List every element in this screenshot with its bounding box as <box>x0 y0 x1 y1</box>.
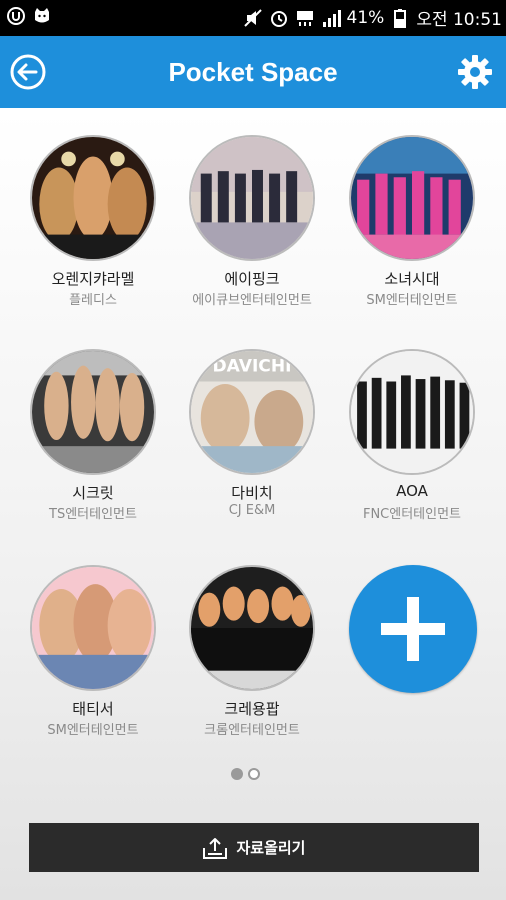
photo-caption: DAVICHI <box>213 357 292 377</box>
cat-icon <box>35 8 49 23</box>
gear-icon[interactable] <box>456 53 494 91</box>
add-group-button[interactable] <box>349 565 477 693</box>
upload-button[interactable]: 자료올리기 <box>29 823 479 872</box>
group-agency: CJ E&M <box>228 503 276 518</box>
group-agency: FNC엔터테인먼트 <box>362 507 462 522</box>
page-indicator <box>231 768 260 780</box>
group-photo[interactable] <box>349 349 475 475</box>
group-name: 시크릿 <box>72 484 114 502</box>
status-left-icons <box>6 6 52 26</box>
group-item-apink[interactable]: 에이핑크 에이큐브엔터테인먼트 <box>174 108 334 308</box>
group-photo[interactable] <box>349 135 475 261</box>
group-photo[interactable] <box>30 135 156 261</box>
battery-icon <box>394 8 407 28</box>
signal-icon <box>322 9 341 27</box>
group-name: 소녀시대 <box>384 270 440 288</box>
group-name: 다비치 <box>231 484 273 502</box>
battery-percent: 41% <box>346 7 385 28</box>
page-title: Pocket Space <box>168 57 338 87</box>
group-agency: TS엔터테인먼트 <box>49 507 137 522</box>
group-agency: 에이큐브엔터테인먼트 <box>192 293 312 308</box>
alarm-icon <box>270 10 287 27</box>
group-agency: 플레디스 <box>69 293 117 308</box>
group-photo[interactable] <box>30 565 156 691</box>
group-name: AOA <box>396 482 428 500</box>
clock: 오전 10:51 <box>416 10 502 30</box>
app-bar: Pocket Space <box>0 36 506 108</box>
group-item-orange-caramel[interactable]: 오렌지캬라멜 플레디스 <box>15 108 175 308</box>
upload-label: 자료올리기 <box>236 839 306 857</box>
group-item-girls-generation[interactable]: 소녀시대 SM엔터테인먼트 <box>334 108 494 308</box>
upload-icon <box>203 837 228 859</box>
group-item-secret[interactable]: 시크릿 TS엔터테인먼트 <box>15 322 175 522</box>
group-photo[interactable] <box>189 565 315 691</box>
status-bar: 41% 오전 10:51 <box>0 0 506 36</box>
status-right: 41% 오전 10:51 <box>243 5 502 30</box>
group-photo[interactable] <box>189 135 315 261</box>
lte-icon <box>296 10 313 26</box>
page-dot-1[interactable] <box>231 768 243 780</box>
page-dot-2[interactable] <box>248 768 260 780</box>
group-item-aoa[interactable]: AOA FNC엔터테인먼트 <box>334 322 494 522</box>
mute-icon <box>243 8 262 27</box>
group-photo[interactable]: DAVICHI <box>189 349 315 475</box>
group-name: 크레용팝 <box>224 700 280 718</box>
group-item-taetiseo[interactable]: 태티서 SM엔터테인먼트 <box>15 538 175 738</box>
group-agency: SM엔터테인먼트 <box>366 293 458 308</box>
group-name: 오렌지캬라멜 <box>51 270 135 288</box>
group-agency: 크롬엔터테인먼트 <box>204 723 300 738</box>
group-item-crayon-pop[interactable]: 크레용팝 크롬엔터테인먼트 <box>174 538 334 738</box>
group-name: 에이핑크 <box>224 270 280 288</box>
group-agency: SM엔터테인먼트 <box>47 723 139 738</box>
notification-u-icon <box>7 7 25 25</box>
group-photo[interactable] <box>30 349 156 475</box>
group-item-davichi[interactable]: DAVICHI 다비치 CJ E&M <box>174 322 334 522</box>
group-name: 태티서 <box>72 700 114 718</box>
